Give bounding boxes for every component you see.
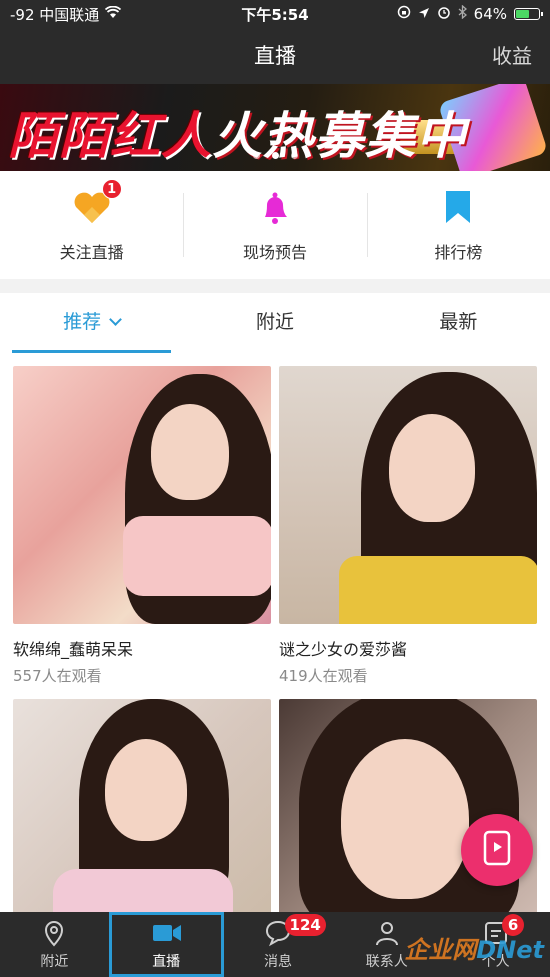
stream-thumbnail	[13, 366, 271, 624]
stream-card[interactable]: 谜之少女の爱莎酱 419人在观看	[279, 366, 537, 686]
stream-card[interactable]	[13, 699, 271, 912]
carrier-label: -92 中国联通	[10, 5, 100, 24]
tab-recommended[interactable]: 推荐	[0, 293, 183, 353]
tab-bar-nearby-label: 附近	[40, 953, 69, 970]
tab-nearby[interactable]: 附近	[183, 293, 366, 353]
messages-badge: 124	[284, 914, 326, 936]
lock-rotation-icon	[397, 5, 411, 23]
nav-bar: 直播 收益	[0, 28, 550, 84]
video-camera-icon	[152, 919, 182, 947]
page-dot[interactable]	[252, 152, 260, 159]
tab-recommended-label: 推荐	[63, 311, 102, 333]
tab-bar-nearby[interactable]: 附近	[0, 912, 109, 977]
stream-thumbnail	[279, 366, 537, 624]
followed-live-label: 关注直播	[59, 243, 124, 262]
watermark-logo: 企业网DNet	[404, 936, 544, 964]
tab-latest[interactable]: 最新	[367, 293, 550, 353]
bluetooth-icon	[458, 4, 467, 23]
tab-bar-live-label: 直播	[152, 953, 181, 970]
stream-title: 软绵绵_蠢萌呆呆	[13, 640, 134, 659]
location-pin-icon	[40, 919, 68, 947]
alarm-icon	[437, 5, 451, 23]
live-preview-label: 现场预告	[242, 243, 307, 262]
feed-tabs: 推荐 附近 最新	[0, 293, 550, 353]
page-title: 直播	[254, 44, 296, 68]
bell-icon	[255, 187, 295, 227]
followed-badge: 1	[101, 179, 122, 199]
quick-actions: 1 关注直播 现场预告 排行榜	[0, 171, 550, 279]
followed-live-button[interactable]: 1 关注直播	[0, 171, 183, 279]
location-icon	[418, 5, 430, 23]
page-dot[interactable]	[290, 152, 298, 159]
ranking-label: 排行榜	[434, 243, 483, 262]
tab-bar-live[interactable]: 直播	[108, 912, 224, 977]
stream-card[interactable]: 软绵绵_蠢萌呆呆 557人在观看	[13, 366, 271, 686]
start-live-button[interactable]	[461, 814, 533, 886]
viewer-count: 419人在观看	[279, 667, 368, 685]
tab-bar-messages-label: 消息	[263, 953, 292, 970]
page-dot-active[interactable]	[271, 152, 279, 159]
wifi-icon	[105, 5, 122, 23]
tab-bar-contacts-label: 联系人	[365, 953, 408, 970]
bookmark-icon	[438, 187, 478, 227]
heart-icon: 1	[72, 179, 122, 227]
tab-bar-messages[interactable]: 消息 124	[224, 912, 333, 977]
live-preview-button[interactable]: 现场预告	[183, 171, 366, 279]
ranking-button[interactable]: 排行榜	[366, 171, 550, 279]
battery-icon	[514, 8, 544, 20]
person-icon	[373, 919, 401, 947]
chevron-down-icon	[109, 313, 123, 326]
stream-title: 谜之少女の爱莎酱	[279, 640, 408, 659]
phone-live-icon	[482, 830, 512, 870]
status-time: 下午5:54	[241, 5, 309, 24]
earnings-button[interactable]: 收益	[492, 28, 532, 84]
status-bar: -92 中国联通 下午5:54 64%	[0, 0, 550, 28]
viewer-count: 557人在观看	[13, 667, 102, 685]
battery-percent: 64%	[473, 5, 508, 23]
stream-thumbnail	[13, 699, 271, 912]
banner-page-indicator	[0, 152, 550, 159]
